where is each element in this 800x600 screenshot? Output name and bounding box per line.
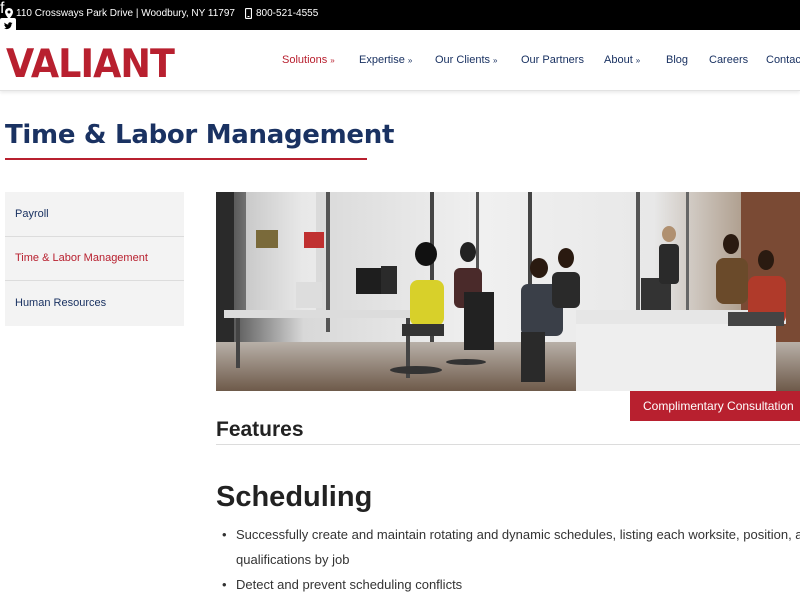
features-divider [216, 444, 800, 445]
nav-careers[interactable]: Careers [709, 54, 748, 66]
mobile-phone-icon [245, 8, 252, 19]
features-heading: Features [216, 418, 304, 441]
chevron-down-icon: » [493, 56, 498, 65]
nav-label: About [604, 54, 633, 66]
sidebar-nav: Payroll Time & Labor Management Human Re… [5, 192, 184, 326]
nav-contact[interactable]: Contac [766, 54, 800, 66]
sidebar-item-human-resources[interactable]: Human Resources [5, 281, 184, 326]
complimentary-consultation-button[interactable]: Complimentary Consultation → [630, 391, 800, 421]
nav-our-partners[interactable]: Our Partners [521, 54, 584, 66]
nav-about[interactable]: About» [604, 54, 640, 66]
sidebar-item-time-labor[interactable]: Time & Labor Management [5, 237, 184, 281]
scheduling-heading: Scheduling [216, 481, 373, 513]
site-header: VALIANT Solutions» Expertise» Our Client… [0, 30, 800, 91]
chevron-down-icon: » [407, 56, 413, 65]
chevron-down-icon: » [330, 56, 335, 65]
feature-list: Successfully create and maintain rotatin… [216, 522, 800, 597]
contact-info: 110 Crossways Park Drive | Woodbury, NY … [5, 8, 318, 19]
nav-our-clients[interactable]: Our Clients» [435, 54, 497, 66]
hero-office-image [216, 192, 800, 391]
phone-link[interactable]: 800-521-4555 [256, 8, 318, 19]
address-text: 110 Crossways Park Drive | Woodbury, NY … [16, 8, 235, 19]
title-underline [5, 158, 367, 160]
sidebar-item-payroll[interactable]: Payroll [5, 192, 184, 237]
list-item: Successfully create and maintain rotatin… [216, 522, 800, 547]
nav-label: Expertise [359, 54, 405, 66]
list-item: Detect and prevent scheduling conflicts [216, 572, 800, 597]
nav-label: Solutions [282, 54, 328, 66]
nav-expertise[interactable]: Expertise» [359, 54, 412, 66]
nav-solutions[interactable]: Solutions» [282, 54, 335, 66]
chevron-down-icon: » [635, 56, 641, 65]
list-item-text: Detect and prevent scheduling conflicts [236, 577, 463, 592]
nav-blog[interactable]: Blog [666, 54, 688, 66]
top-contact-bar: 110 Crossways Park Drive | Woodbury, NY … [0, 0, 800, 66]
nav-label: Our Partners [521, 54, 584, 66]
valiant-logo[interactable]: VALIANT [6, 42, 176, 87]
svg-text:VALIANT: VALIANT [6, 44, 175, 81]
map-pin-icon [5, 8, 13, 19]
list-item-text: Successfully create and maintain rotatin… [236, 527, 800, 542]
nav-label: Our Clients [435, 54, 491, 66]
nav-label: Contac [766, 54, 800, 66]
page-title: Time & Labor Management [5, 120, 395, 150]
nav-label: Careers [709, 54, 749, 66]
list-item-continuation: qualifications by job [236, 552, 350, 567]
cta-label: Complimentary Consultation [643, 399, 794, 413]
nav-label: Blog [666, 54, 689, 66]
